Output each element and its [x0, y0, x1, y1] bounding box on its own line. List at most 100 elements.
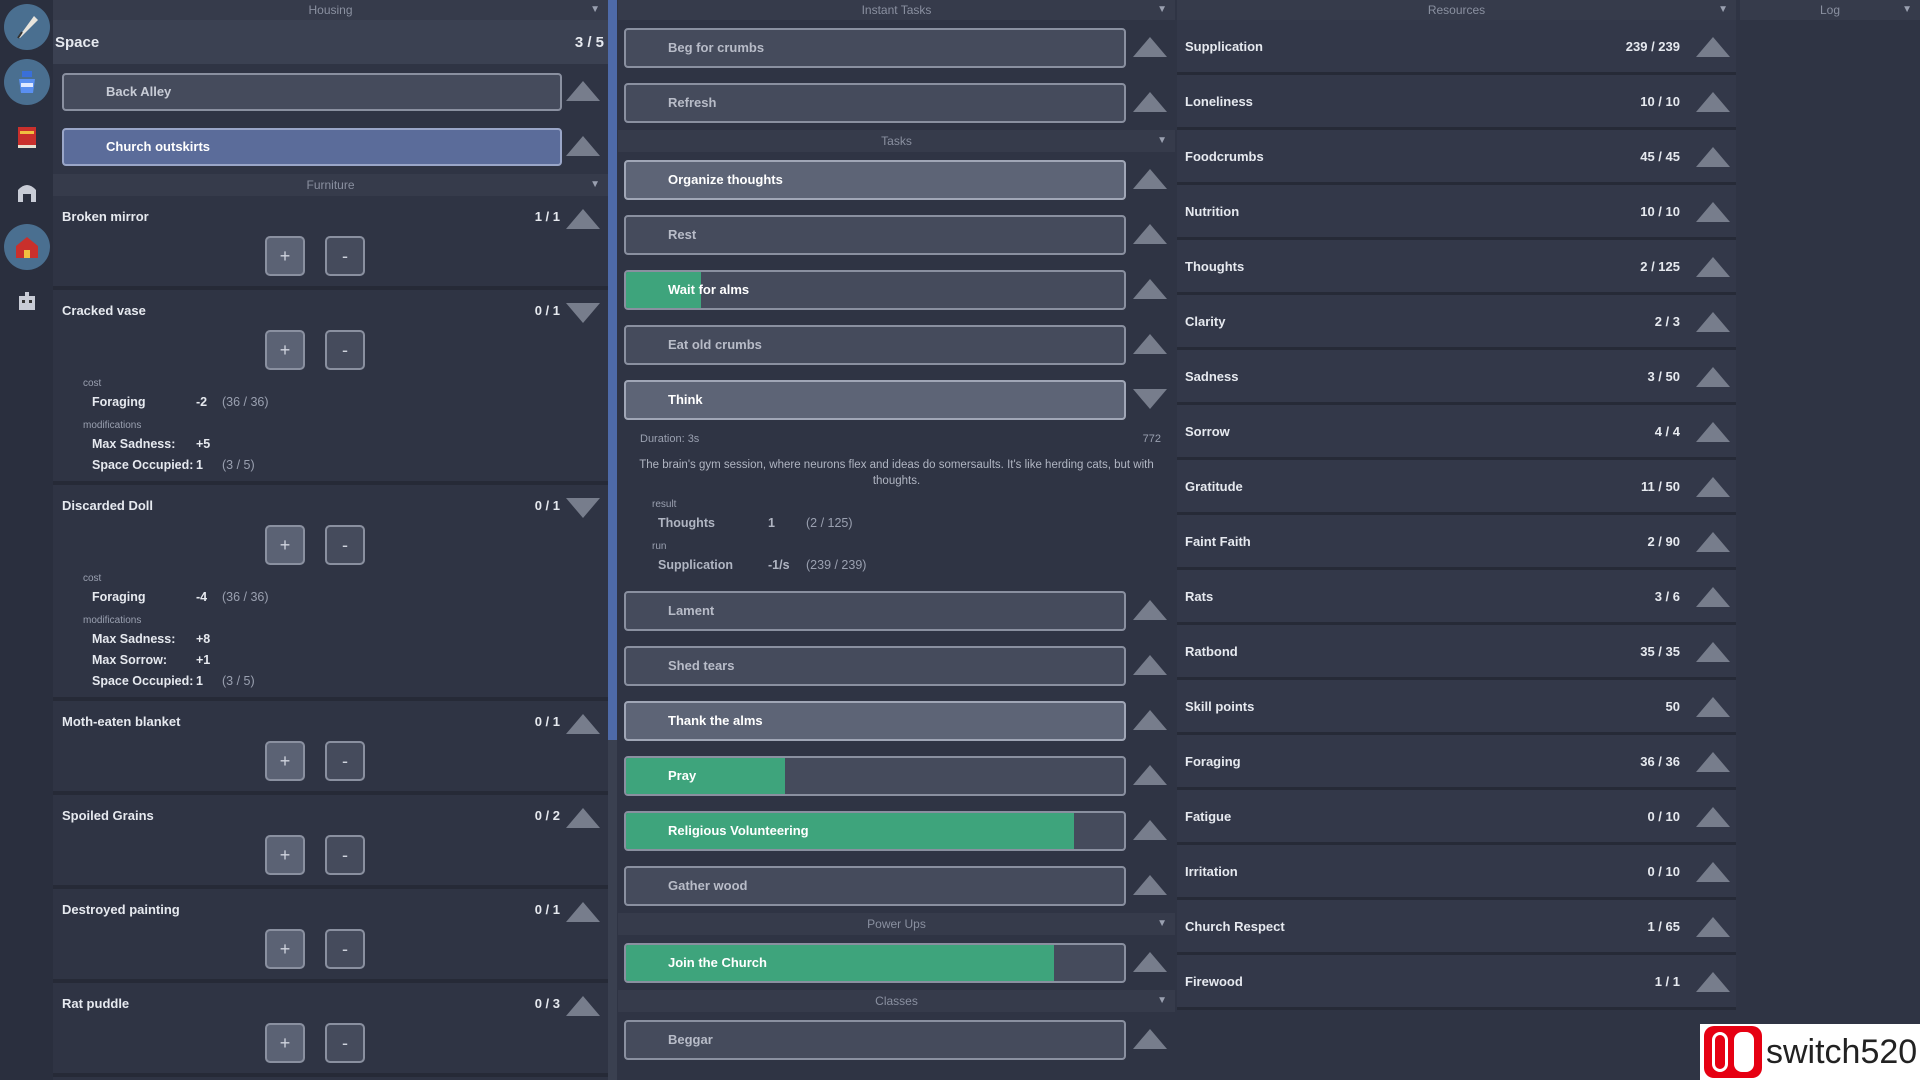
- expand-arrow-icon[interactable]: [1696, 257, 1730, 277]
- expand-arrow-icon[interactable]: [1133, 279, 1167, 299]
- collapse-arrow-icon[interactable]: [566, 303, 600, 323]
- remove-button[interactable]: -: [325, 525, 365, 565]
- expand-arrow-icon[interactable]: [1696, 807, 1730, 827]
- add-button[interactable]: +: [265, 741, 305, 781]
- expand-arrow-icon[interactable]: [1696, 532, 1730, 552]
- collapse-caret-icon[interactable]: ▼: [1157, 130, 1167, 152]
- expand-arrow-icon[interactable]: [1133, 334, 1167, 354]
- task-button[interactable]: Beggar: [624, 1019, 1126, 1060]
- collapse-caret-icon[interactable]: ▼: [590, 0, 600, 20]
- collapse-caret-icon[interactable]: ▼: [1902, 0, 1912, 20]
- book-icon[interactable]: [4, 114, 50, 160]
- expand-arrow-icon[interactable]: [1696, 917, 1730, 937]
- expand-arrow-icon[interactable]: [1133, 37, 1167, 57]
- task-button[interactable]: Eat old crumbs: [624, 324, 1126, 365]
- resource-name: Faint Faith: [1185, 533, 1251, 549]
- collapse-caret-icon[interactable]: ▼: [1157, 0, 1167, 20]
- task-button[interactable]: Shed tears: [624, 645, 1126, 686]
- collapse-caret-icon[interactable]: ▼: [1157, 913, 1167, 935]
- expand-arrow-icon[interactable]: [566, 136, 600, 156]
- resource-value: 35 / 35: [1640, 643, 1680, 659]
- expand-arrow-icon[interactable]: [1696, 367, 1730, 387]
- remove-button[interactable]: -: [325, 741, 365, 781]
- expand-arrow-icon[interactable]: [1133, 820, 1167, 840]
- task-button[interactable]: Wait for alms: [624, 269, 1126, 310]
- helmet-icon[interactable]: [4, 169, 50, 215]
- task-button[interactable]: Refresh: [624, 82, 1126, 123]
- task-button[interactable]: Lament: [624, 590, 1126, 631]
- task-button[interactable]: Think: [624, 379, 1126, 420]
- powerups-header[interactable]: Power Ups ▼: [618, 913, 1175, 935]
- expand-arrow-icon[interactable]: [566, 996, 600, 1016]
- task-button[interactable]: Pray: [624, 755, 1126, 796]
- expand-arrow-icon[interactable]: [1133, 765, 1167, 785]
- housing-option-button[interactable]: Church outskirts: [62, 127, 562, 166]
- task-button[interactable]: Rest: [624, 214, 1126, 255]
- add-button[interactable]: +: [265, 525, 305, 565]
- expand-arrow-icon[interactable]: [1133, 92, 1167, 112]
- add-button[interactable]: +: [265, 330, 305, 370]
- task-button[interactable]: Thank the alms: [624, 700, 1126, 741]
- task-button[interactable]: Religious Volunteering: [624, 810, 1126, 851]
- expand-arrow-icon[interactable]: [1696, 642, 1730, 662]
- collapse-arrow-icon[interactable]: [1133, 389, 1167, 409]
- instant-tasks-header[interactable]: Instant Tasks ▼: [618, 0, 1175, 20]
- add-button[interactable]: +: [265, 835, 305, 875]
- classes-header[interactable]: Classes ▼: [618, 990, 1175, 1012]
- expand-arrow-icon[interactable]: [1696, 312, 1730, 332]
- robot-icon[interactable]: [4, 279, 50, 325]
- resources-header[interactable]: Resources ▼: [1177, 0, 1736, 20]
- potion-icon[interactable]: [4, 59, 50, 105]
- expand-arrow-icon[interactable]: [1133, 655, 1167, 675]
- collapse-caret-icon[interactable]: ▼: [1157, 990, 1167, 1012]
- expand-arrow-icon[interactable]: [1133, 224, 1167, 244]
- expand-arrow-icon[interactable]: [566, 81, 600, 101]
- expand-arrow-icon[interactable]: [1133, 600, 1167, 620]
- house-icon[interactable]: [4, 224, 50, 270]
- expand-arrow-icon[interactable]: [566, 808, 600, 828]
- expand-arrow-icon[interactable]: [1696, 972, 1730, 992]
- expand-arrow-icon[interactable]: [1133, 1029, 1167, 1049]
- remove-button[interactable]: -: [325, 236, 365, 276]
- furniture-item: Cracked vase 0 / 1 + - cost Foraging -2 (36 / 3…: [53, 290, 608, 485]
- expand-arrow-icon[interactable]: [1696, 202, 1730, 222]
- task-button[interactable]: Join the Church: [624, 942, 1126, 983]
- furniture-header[interactable]: Furniture ▼: [53, 174, 608, 196]
- log-header[interactable]: Log ▼: [1740, 0, 1920, 20]
- task-button[interactable]: Gather wood: [624, 865, 1126, 906]
- task-button[interactable]: Beg for crumbs: [624, 27, 1126, 68]
- housing-header[interactable]: Housing ▼: [53, 0, 608, 20]
- collapse-arrow-icon[interactable]: [566, 498, 600, 518]
- expand-arrow-icon[interactable]: [1696, 587, 1730, 607]
- expand-arrow-icon[interactable]: [1696, 147, 1730, 167]
- expand-arrow-icon[interactable]: [1696, 862, 1730, 882]
- add-button[interactable]: +: [265, 929, 305, 969]
- expand-arrow-icon[interactable]: [566, 714, 600, 734]
- expand-arrow-icon[interactable]: [566, 209, 600, 229]
- task-button[interactable]: Organize thoughts: [624, 159, 1126, 200]
- collapse-caret-icon[interactable]: ▼: [590, 174, 600, 196]
- expand-arrow-icon[interactable]: [1696, 752, 1730, 772]
- expand-arrow-icon[interactable]: [1133, 952, 1167, 972]
- remove-button[interactable]: -: [325, 929, 365, 969]
- housing-scrollbar[interactable]: [608, 0, 617, 1080]
- expand-arrow-icon[interactable]: [1696, 477, 1730, 497]
- expand-arrow-icon[interactable]: [566, 902, 600, 922]
- tasks-header[interactable]: Tasks ▼: [618, 130, 1175, 152]
- add-button[interactable]: +: [265, 236, 305, 276]
- expand-arrow-icon[interactable]: [1696, 422, 1730, 442]
- add-button[interactable]: +: [265, 1023, 305, 1063]
- housing-option-button[interactable]: Back Alley: [62, 72, 562, 111]
- expand-arrow-icon[interactable]: [1133, 875, 1167, 895]
- expand-arrow-icon[interactable]: [1696, 697, 1730, 717]
- remove-button[interactable]: -: [325, 1023, 365, 1063]
- remove-button[interactable]: -: [325, 835, 365, 875]
- quill-icon[interactable]: [4, 4, 50, 50]
- expand-arrow-icon[interactable]: [1696, 37, 1730, 57]
- expand-arrow-icon[interactable]: [1696, 92, 1730, 112]
- scrollbar-thumb[interactable]: [608, 0, 617, 740]
- collapse-caret-icon[interactable]: ▼: [1718, 0, 1728, 20]
- remove-button[interactable]: -: [325, 330, 365, 370]
- expand-arrow-icon[interactable]: [1133, 710, 1167, 730]
- expand-arrow-icon[interactable]: [1133, 169, 1167, 189]
